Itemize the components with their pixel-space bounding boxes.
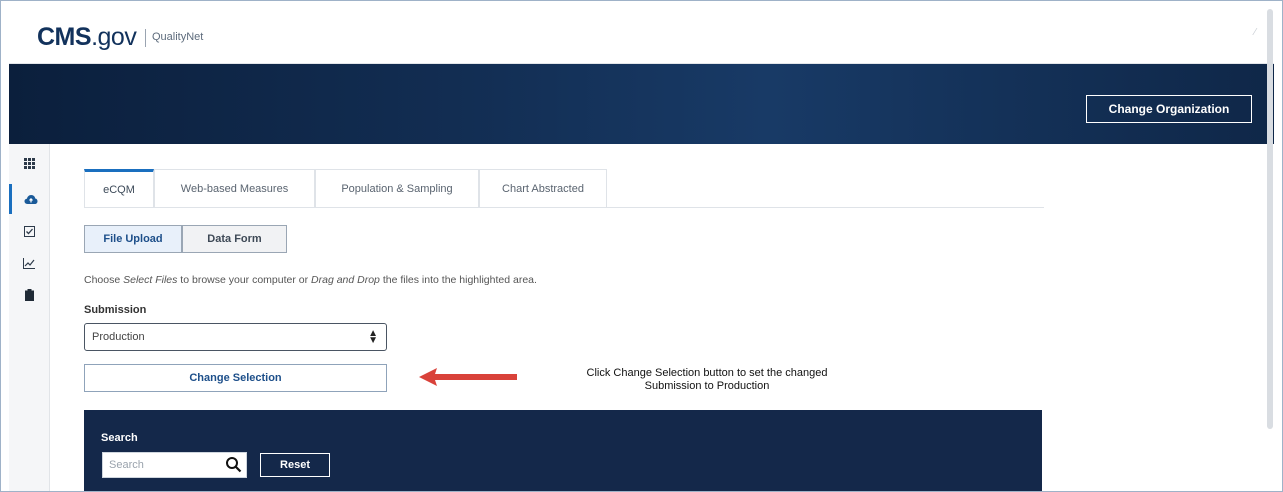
resize-grip-icon: ⁄: [1254, 27, 1256, 38]
search-title: Search: [101, 432, 138, 444]
left-icon-rail: [9, 144, 50, 491]
change-selection-button[interactable]: Change Selection: [84, 364, 387, 392]
instruction-prefix: Choose: [84, 274, 124, 286]
tab-ecqm[interactable]: eCQM: [84, 169, 154, 207]
tab-population-sampling[interactable]: Population & Sampling: [315, 169, 479, 207]
red-arrow-icon: [419, 368, 517, 386]
grid-icon[interactable]: [9, 148, 49, 178]
upload-instruction: Choose Select Files to browse your compu…: [84, 274, 537, 286]
logo-main: CMS: [37, 23, 92, 51]
annotation-line-1: Click Change Selection button to set the…: [586, 367, 828, 379]
instruction-middle: to browse your computer or: [177, 274, 312, 286]
select-caret-icon: ▲ ▼: [368, 328, 378, 346]
chart-icon[interactable]: [9, 248, 49, 278]
submission-selected-value: Production: [92, 331, 145, 343]
app-window: CMS.gov QualityNet ⁄ Change Organization…: [0, 0, 1283, 492]
annotation-line-2: Submission to Production: [644, 380, 770, 392]
dark-banner: [9, 64, 1274, 144]
logo-suffix: .gov: [91, 23, 137, 51]
top-header: CMS.gov QualityNet ⁄: [9, 9, 1274, 64]
cloud-upload-icon[interactable]: [9, 184, 49, 214]
search-input[interactable]: [103, 453, 221, 477]
clipboard-icon[interactable]: [9, 280, 49, 310]
reset-button[interactable]: Reset: [260, 453, 330, 477]
change-organization-button[interactable]: Change Organization: [1086, 95, 1252, 123]
logo-divider: [145, 29, 146, 47]
page-scrollbar[interactable]: [1267, 9, 1273, 429]
submission-select[interactable]: Production ▲ ▼: [84, 323, 387, 351]
search-icon[interactable]: [225, 456, 242, 473]
cms-logo[interactable]: CMS.gov: [37, 23, 137, 52]
tab-web-based-measures[interactable]: Web-based Measures: [154, 169, 315, 207]
annotation-note: Click Change Selection button to set the…: [557, 367, 857, 393]
search-box[interactable]: [102, 452, 247, 478]
file-upload-toggle[interactable]: File Upload: [84, 225, 182, 253]
search-panel: Search Reset: [84, 410, 1042, 491]
checkbox-icon[interactable]: [9, 216, 49, 246]
tab-chart-abstracted[interactable]: Chart Abstracted: [479, 169, 607, 207]
instruction-drag-drop: Drag and Drop: [311, 274, 380, 286]
data-form-toggle[interactable]: Data Form: [182, 225, 287, 253]
instruction-select-files: Select Files: [123, 274, 178, 286]
measure-tabs: eCQM Web-based Measures Population & Sam…: [84, 169, 1044, 208]
instruction-suffix: the files into the highlighted area.: [379, 274, 537, 286]
qualitynet-label: QualityNet: [152, 31, 204, 43]
submission-label: Submission: [84, 304, 147, 316]
